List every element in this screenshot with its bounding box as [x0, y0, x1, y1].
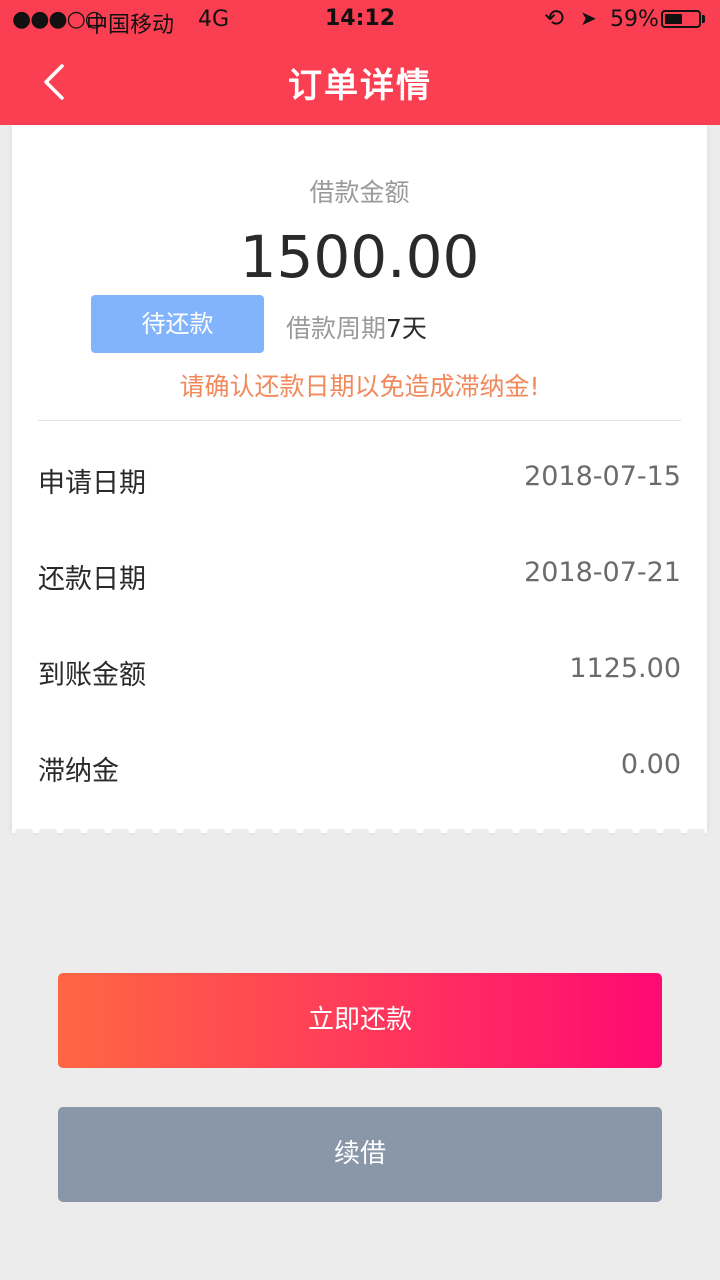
battery-percentage: 59% — [610, 7, 659, 32]
detail-label: 到账金额 — [38, 660, 146, 691]
loan-period-label: 借款周期 — [286, 314, 387, 343]
loan-amount-value: 1500.00 — [239, 223, 480, 291]
loan-period-value: 7天 — [386, 314, 427, 343]
detail-row-received-amount: 到账金额 1125.00 — [38, 641, 681, 701]
detail-value: 2018-07-21 — [524, 557, 681, 588]
detail-row-late-fee: 滞纳金 0.00 — [38, 737, 681, 797]
loan-period: 借款周期7天 — [286, 309, 427, 345]
late-fee-warning: 请确认还款日期以免造成滞纳金! — [179, 372, 540, 401]
detail-value: 0.00 — [620, 749, 681, 780]
order-detail-card: 借款金额 1500.00 待还款 借款周期7天 请确认还款日期以免造成滞纳金! … — [12, 125, 707, 833]
loan-amount-label: 借款金额 — [309, 178, 410, 207]
status-badge: 待还款 — [91, 295, 264, 353]
renew-loan-button[interactable]: 续借 — [58, 1107, 662, 1202]
detail-value: 2018-07-15 — [524, 461, 681, 492]
location-arrow-icon: ➤ — [580, 6, 597, 30]
detail-row-apply-date: 申请日期 2018-07-15 — [38, 449, 681, 509]
detail-label: 滞纳金 — [38, 756, 119, 787]
app-header: ●●●○○ 中国移动 4G 14:12 ⟲ ➤ 59% 订单详情 — [0, 0, 720, 125]
divider — [38, 420, 681, 421]
status-bar: ●●●○○ 中国移动 4G 14:12 ⟲ ➤ 59% — [0, 0, 720, 40]
detail-value: 1125.00 — [569, 653, 681, 684]
page-title: 订单详情 — [288, 66, 432, 106]
repay-now-button[interactable]: 立即还款 — [58, 973, 662, 1068]
card-scalloped-edge — [12, 829, 707, 843]
detail-row-repay-date: 还款日期 2018-07-21 — [38, 545, 681, 605]
detail-label: 申请日期 — [38, 468, 146, 499]
rotation-lock-icon: ⟲ — [544, 4, 565, 32]
battery-tip — [702, 15, 705, 23]
battery-icon — [661, 10, 701, 28]
detail-label: 还款日期 — [38, 564, 146, 595]
